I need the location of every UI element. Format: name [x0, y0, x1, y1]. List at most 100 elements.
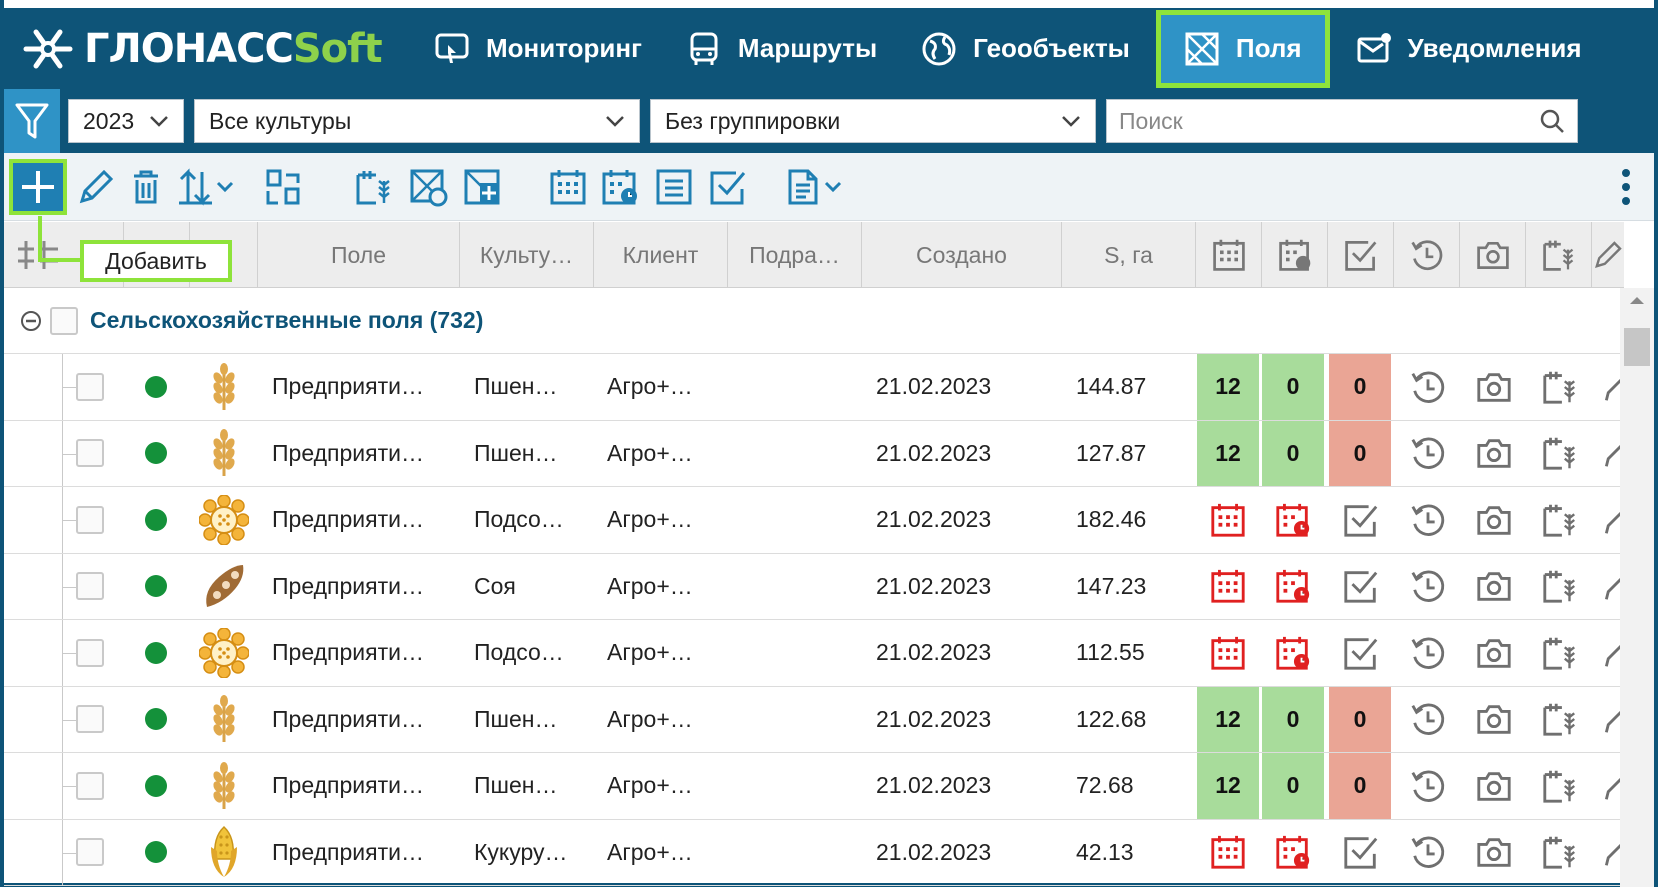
calendar-clock-alert-cell[interactable]	[1274, 487, 1312, 553]
calendar-clock-count[interactable]: 0	[1262, 354, 1324, 420]
table-row[interactable]: Предприяти… Подсо… Агро+… 21.02.2023 112.55	[4, 620, 1624, 687]
history-cell[interactable]	[1409, 421, 1447, 487]
check-count[interactable]: 0	[1329, 354, 1391, 420]
calendar-count[interactable]: 12	[1197, 753, 1259, 819]
history-cell[interactable]	[1409, 554, 1447, 620]
check-count[interactable]: 0	[1329, 686, 1391, 752]
add-button[interactable]	[9, 159, 67, 215]
row-checkbox[interactable]	[76, 572, 104, 601]
history-cell[interactable]	[1409, 487, 1447, 553]
group-row[interactable]: Сельскохозяйственные поля (732)	[4, 288, 1620, 354]
field-name-cell[interactable]: Предприяти…	[272, 421, 456, 487]
field-crop-cell[interactable]	[1541, 421, 1579, 487]
history-cell[interactable]	[1409, 354, 1447, 420]
check-button[interactable]	[704, 163, 752, 211]
nav-notifications[interactable]: Уведомления	[1334, 10, 1604, 88]
field-add-button[interactable]	[458, 163, 506, 211]
calendar-clock-button[interactable]	[596, 163, 644, 211]
field-name-cell[interactable]: Предприяти…	[272, 354, 456, 420]
field-column-header[interactable]: Поле	[258, 222, 460, 288]
culture-column-header[interactable]: Культу…	[460, 222, 594, 288]
calendar-alert-cell[interactable]	[1209, 820, 1247, 886]
calendar-clock-alert-cell[interactable]	[1274, 554, 1312, 620]
check-column-header[interactable]	[1328, 222, 1394, 288]
field-name-cell[interactable]: Предприяти…	[272, 753, 456, 819]
field-name-cell[interactable]: Предприяти…	[272, 620, 456, 686]
grouping-select[interactable]: Без группировки	[650, 99, 1096, 143]
row-checkbox[interactable]	[76, 771, 104, 800]
table-row[interactable]: Предприяти… Пшен… Агро+… 21.02.2023 122.68 12…	[4, 686, 1624, 753]
nav-geoobjects[interactable]: Геообъекты	[899, 10, 1152, 88]
nav-fields[interactable]: Поля	[1155, 9, 1330, 88]
calendar-alert-cell[interactable]	[1209, 620, 1247, 686]
field-name-cell[interactable]: Предприяти…	[272, 487, 456, 553]
field-crop-cell[interactable]	[1541, 354, 1579, 420]
collapse-icon[interactable]	[20, 310, 42, 332]
more-menu-button[interactable]	[1606, 163, 1646, 211]
photo-cell[interactable]	[1475, 687, 1513, 753]
calendar-clock-alert-cell[interactable]	[1274, 820, 1312, 886]
row-checkbox[interactable]	[76, 838, 104, 867]
row-checkbox[interactable]	[76, 372, 104, 401]
calendar-count[interactable]: 12	[1197, 686, 1259, 752]
delete-button[interactable]	[122, 163, 170, 211]
scroll-up-icon[interactable]	[1628, 294, 1646, 306]
calendar-clock-count[interactable]: 0	[1262, 686, 1324, 752]
table-row[interactable]: Предприяти… Пшен… Агро+… 21.02.2023 144.87 12…	[4, 354, 1624, 421]
field-crop-cell[interactable]	[1541, 620, 1579, 686]
check-cell[interactable]	[1342, 554, 1380, 620]
nav-monitoring[interactable]: Мониторинг	[412, 10, 664, 88]
created-column-header[interactable]: Создано	[862, 222, 1062, 288]
list-button[interactable]	[650, 163, 698, 211]
year-select[interactable]: 2023	[68, 99, 184, 143]
field-remove-button[interactable]	[404, 163, 452, 211]
field-name-cell[interactable]: Предприяти…	[272, 554, 456, 620]
history-column-header[interactable]	[1394, 222, 1460, 288]
photo-cell[interactable]	[1475, 487, 1513, 553]
field-name-cell[interactable]: Предприяти…	[272, 687, 456, 753]
filter-button[interactable]	[4, 89, 60, 153]
area-column-header[interactable]: S, га	[1062, 222, 1196, 288]
field-crop-cell[interactable]	[1541, 487, 1579, 553]
row-checkbox[interactable]	[76, 705, 104, 734]
row-checkbox[interactable]	[76, 505, 104, 534]
report-button[interactable]	[784, 163, 854, 211]
calendar-count[interactable]: 12	[1197, 420, 1259, 486]
photo-cell[interactable]	[1475, 820, 1513, 886]
photo-column-header[interactable]	[1460, 222, 1526, 288]
row-checkbox[interactable]	[76, 439, 104, 468]
table-row[interactable]: Предприяти… Кукуру… Агро+… 21.02.2023 42.13	[4, 819, 1624, 886]
check-count[interactable]: 0	[1329, 753, 1391, 819]
history-cell[interactable]	[1409, 687, 1447, 753]
calendar-clock-count[interactable]: 0	[1262, 753, 1324, 819]
field-crop-cell[interactable]	[1541, 820, 1579, 886]
search-input[interactable]: Поиск	[1106, 99, 1578, 143]
calendar-clock-column-header[interactable]	[1262, 222, 1328, 288]
table-row[interactable]: Предприяти… Пшен… Агро+… 21.02.2023 127.87 12…	[4, 420, 1624, 487]
field-crop-button[interactable]	[350, 163, 398, 211]
photo-cell[interactable]	[1475, 421, 1513, 487]
check-cell[interactable]	[1342, 487, 1380, 553]
table-row[interactable]: Предприяти… Подсо… Агро+… 21.02.2023 182.46	[4, 487, 1624, 554]
import-export-button[interactable]	[176, 163, 238, 211]
row-checkbox[interactable]	[76, 638, 104, 667]
vertical-scrollbar[interactable]	[1620, 288, 1654, 887]
field-crop-cell[interactable]	[1541, 687, 1579, 753]
photo-cell[interactable]	[1475, 554, 1513, 620]
check-cell[interactable]	[1342, 820, 1380, 886]
calendar-alert-cell[interactable]	[1209, 554, 1247, 620]
culture-select[interactable]: Все культуры	[194, 99, 640, 143]
photo-cell[interactable]	[1475, 354, 1513, 420]
history-cell[interactable]	[1409, 620, 1447, 686]
calendar-button[interactable]	[544, 163, 592, 211]
calendar-alert-cell[interactable]	[1209, 487, 1247, 553]
photo-cell[interactable]	[1475, 620, 1513, 686]
field-name-cell[interactable]: Предприяти…	[272, 820, 456, 886]
calendar-column-header[interactable]	[1196, 222, 1262, 288]
history-cell[interactable]	[1409, 753, 1447, 819]
table-row[interactable]: Предприяти… Соя Агро+… 21.02.2023 147.23	[4, 553, 1624, 620]
edit-column-header[interactable]	[1592, 222, 1624, 288]
field-crop-column-header[interactable]	[1526, 222, 1592, 288]
transfer-button[interactable]	[260, 163, 308, 211]
check-count[interactable]: 0	[1329, 420, 1391, 486]
